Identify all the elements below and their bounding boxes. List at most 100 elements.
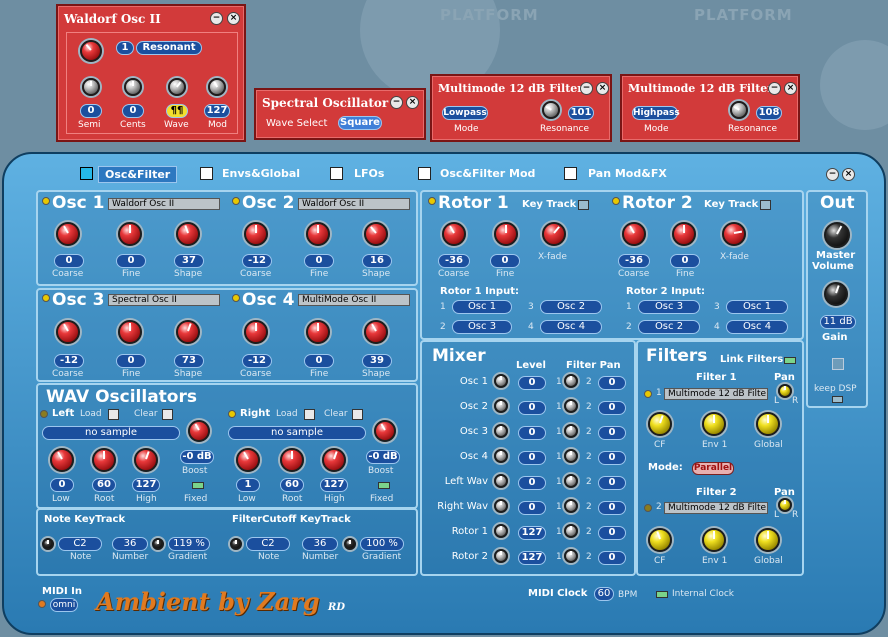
tab-envs-global[interactable]: Envs&Global	[216, 166, 306, 181]
filter1-global-knob[interactable]	[756, 412, 780, 436]
osc4-coarse-value[interactable]: -12	[242, 354, 272, 368]
filter1-cf-knob[interactable]	[648, 412, 672, 436]
wav-left-boost-knob[interactable]	[188, 420, 210, 442]
resonance-knob[interactable]	[730, 101, 748, 119]
rotor1-input-1[interactable]: Osc 1	[452, 300, 512, 314]
mixer-level-value[interactable]: 0	[518, 451, 546, 465]
mixer-pan-value[interactable]: 0	[598, 426, 626, 440]
osc3-coarse-knob[interactable]	[56, 320, 80, 344]
osc2-shape-knob[interactable]	[364, 222, 388, 246]
minimize-icon[interactable]: −	[210, 12, 223, 25]
note-keytrack-number[interactable]: 36	[112, 537, 148, 551]
osc1-coarse-knob[interactable]	[56, 222, 80, 246]
rotor2-input-1[interactable]: Osc 3	[638, 300, 700, 314]
cents-value[interactable]: 0	[122, 104, 144, 118]
tab-lfos-checkbox[interactable]	[330, 167, 343, 180]
osc1-fine-knob[interactable]	[118, 222, 142, 246]
mixer-level-value[interactable]: 0	[518, 476, 546, 490]
close-icon[interactable]: ×	[842, 168, 855, 181]
wav-left-low-value[interactable]: 0	[50, 478, 74, 492]
osc4-type-select[interactable]: MultiMode Osc II	[298, 294, 410, 306]
wave-knob[interactable]	[168, 78, 186, 96]
osc3-fine-value[interactable]: 0	[116, 354, 146, 368]
mixer-level-value[interactable]: 0	[518, 501, 546, 515]
mixer-level-knob[interactable]	[494, 449, 508, 463]
gain-value[interactable]: 11 dB	[820, 315, 856, 329]
wav-left-fixed-toggle[interactable]	[192, 482, 204, 489]
mixer-pan-value[interactable]: 0	[598, 401, 626, 415]
rotor1-coarse-value[interactable]: -36	[438, 254, 470, 268]
wav-right-low-knob[interactable]	[236, 448, 260, 472]
osc3-coarse-value[interactable]: -12	[54, 354, 84, 368]
osc4-shape-value[interactable]: 39	[362, 354, 392, 368]
keep-dsp-checkbox[interactable]	[832, 396, 843, 403]
bpm-value[interactable]: 60	[594, 587, 614, 601]
tab-osc-filter-checkbox[interactable]	[80, 167, 93, 180]
fc-keytrack-note[interactable]: C2	[246, 537, 290, 551]
wav-left-low-knob[interactable]	[50, 448, 74, 472]
osc1-shape-knob[interactable]	[176, 222, 200, 246]
rotor2-coarse-value[interactable]: -36	[618, 254, 650, 268]
rotor1-led[interactable]	[428, 197, 436, 205]
filter2-led[interactable]	[644, 504, 652, 512]
mixer-pan-value[interactable]: 0	[598, 376, 626, 390]
minimize-icon[interactable]: −	[580, 82, 593, 95]
osc2-led[interactable]	[232, 197, 240, 205]
midi-in-channel[interactable]: omni	[50, 598, 78, 612]
wav-right-load-button[interactable]	[304, 409, 315, 420]
wav-right-root-value[interactable]: 60	[280, 478, 304, 492]
rotor2-input-4[interactable]: Osc 4	[726, 320, 788, 334]
osc1-type-select[interactable]: Waldorf Osc II	[108, 198, 220, 210]
multimode-filter-window-2[interactable]: Multimode 12 dB Filter − × Highpass 108 …	[620, 74, 800, 142]
rotor1-xfade-knob[interactable]	[542, 222, 566, 246]
filter1-pan-knob[interactable]	[778, 384, 792, 398]
rotor2-xfade-knob[interactable]	[722, 222, 746, 246]
mixer-pan-value[interactable]: 0	[598, 451, 626, 465]
rotor1-input-2[interactable]: Osc 3	[452, 320, 512, 334]
rotor2-input-2[interactable]: Osc 2	[638, 320, 700, 334]
mod-knob[interactable]	[208, 78, 226, 96]
osc-number[interactable]: 1	[116, 41, 134, 55]
osc4-fine-value[interactable]: 0	[304, 354, 334, 368]
wav-right-sample[interactable]: no sample	[228, 426, 366, 440]
waldorf-osc-window[interactable]: Waldorf Osc II − × 1 Resonant 0 0 ¶¶ 127…	[56, 4, 246, 142]
rotor2-fine-knob[interactable]	[672, 222, 696, 246]
mixer-pan-knob[interactable]	[564, 524, 578, 538]
tab-lfos[interactable]: LFOs	[348, 166, 390, 181]
note-keytrack-gradient-knob[interactable]	[152, 538, 164, 550]
mixer-pan-value[interactable]: 0	[598, 476, 626, 490]
wav-left-led[interactable]	[40, 410, 48, 418]
osc1-shape-value[interactable]: 37	[174, 254, 204, 268]
close-icon[interactable]: ×	[227, 12, 240, 25]
close-icon[interactable]: ×	[596, 82, 609, 95]
wav-left-clear-button[interactable]	[162, 409, 173, 420]
mixer-level-value[interactable]: 0	[518, 376, 546, 390]
minimize-icon[interactable]: −	[390, 96, 403, 109]
osc3-led[interactable]	[42, 294, 50, 302]
wav-right-high-knob[interactable]	[322, 448, 346, 472]
osc3-type-select[interactable]: Spectral Osc II	[108, 294, 220, 306]
filter2-cf-knob[interactable]	[648, 528, 672, 552]
rotor2-led[interactable]	[612, 197, 620, 205]
rotor2-coarse-knob[interactable]	[622, 222, 646, 246]
rotor1-keytrack-checkbox[interactable]	[578, 200, 589, 210]
wav-right-high-value[interactable]: 127	[320, 478, 348, 492]
wav-left-load-button[interactable]	[108, 409, 119, 420]
filter2-pan-knob[interactable]	[778, 498, 792, 512]
copy-icon[interactable]	[832, 358, 844, 370]
internal-clock-toggle[interactable]	[656, 591, 668, 598]
rotor1-fine-value[interactable]: 0	[490, 254, 520, 268]
osc3-shape-knob[interactable]	[176, 320, 200, 344]
filter2-env1-knob[interactable]	[702, 528, 726, 552]
rotor1-input-4[interactable]: Osc 4	[540, 320, 602, 334]
wav-left-boost-value[interactable]: -0 dB	[180, 450, 214, 464]
filter-mode-select[interactable]: Lowpass	[442, 106, 488, 120]
wav-left-sample[interactable]: no sample	[42, 426, 180, 440]
close-icon[interactable]: ×	[406, 96, 419, 109]
wav-right-boost-knob[interactable]	[374, 420, 396, 442]
mixer-level-value[interactable]: 0	[518, 426, 546, 440]
wav-right-clear-button[interactable]	[352, 409, 363, 420]
mod-value[interactable]: 127	[204, 104, 230, 118]
mixer-level-knob[interactable]	[494, 524, 508, 538]
wav-left-high-value[interactable]: 127	[132, 478, 160, 492]
